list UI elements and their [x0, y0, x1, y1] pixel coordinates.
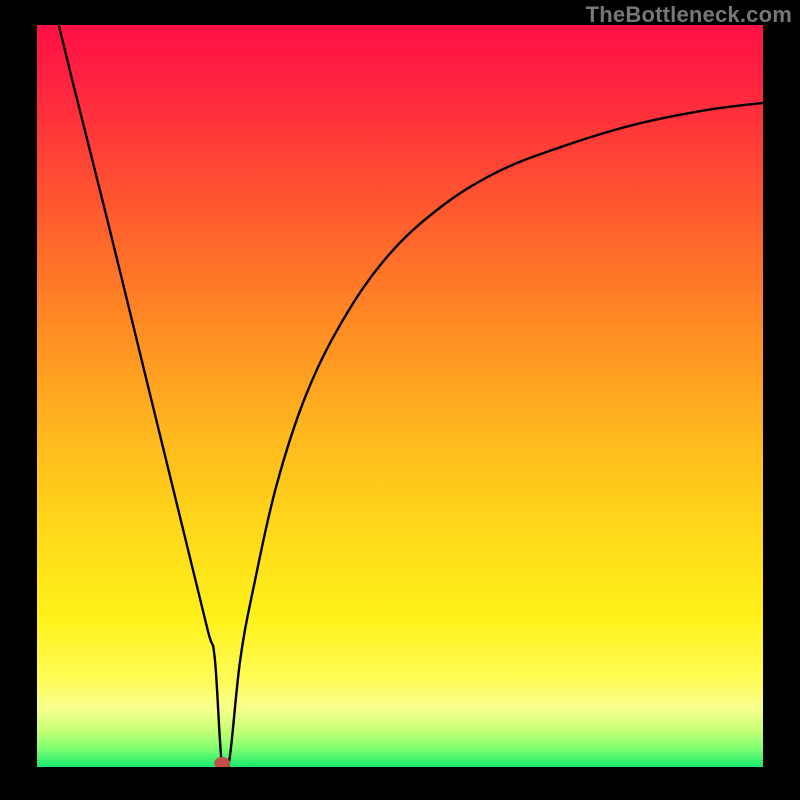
watermark-label: TheBottleneck.com — [586, 2, 792, 28]
marker-dot — [214, 757, 230, 767]
plot-area — [37, 25, 763, 767]
curve-layer — [37, 25, 763, 767]
chart-container: TheBottleneck.com — [0, 0, 800, 800]
curve-path — [59, 25, 763, 767]
